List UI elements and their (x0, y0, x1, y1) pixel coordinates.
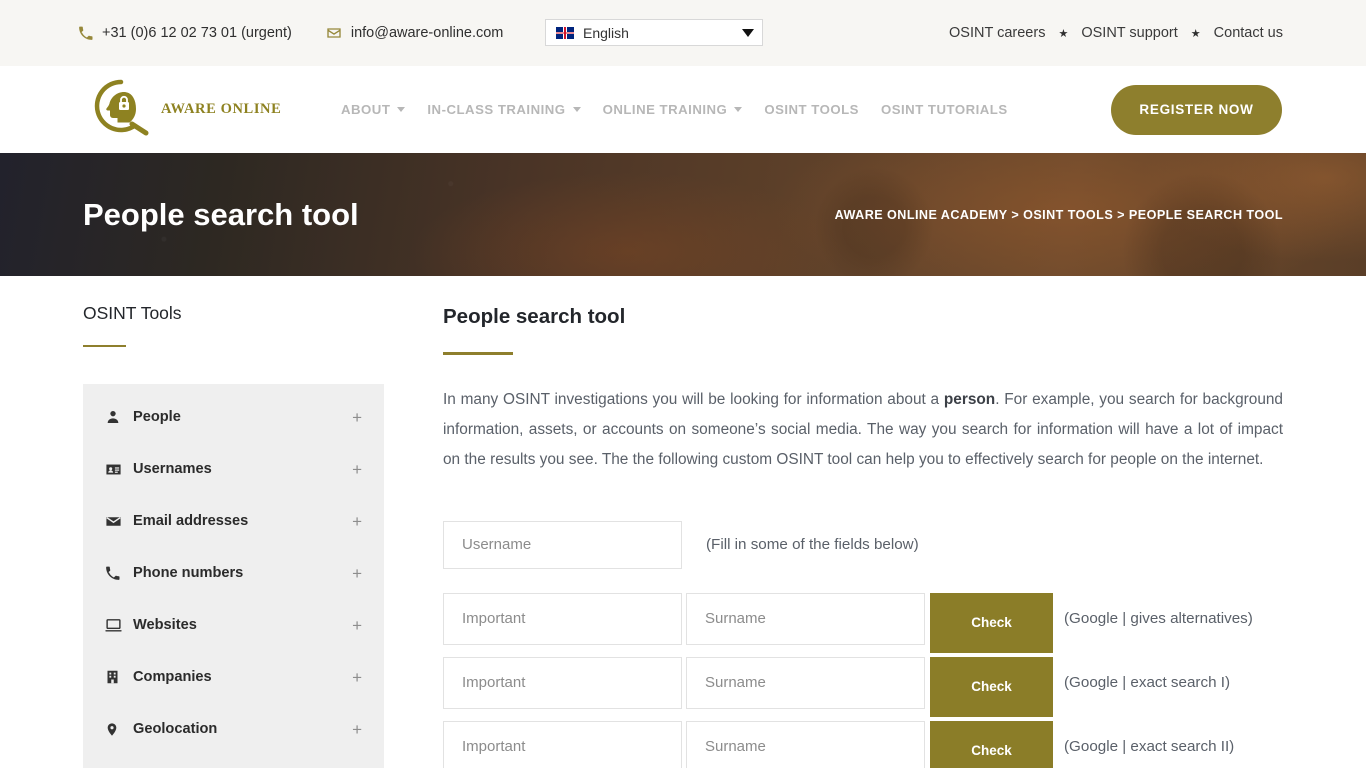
nav-label: IN-CLASS TRAINING (427, 102, 566, 117)
top-utility-bar: +31 (0)6 12 02 73 01 (urgent) info@aware… (0, 0, 1366, 66)
topbar-email-text: info@aware-online.com (350, 25, 504, 41)
uk-flag-icon (556, 26, 574, 39)
register-now-button[interactable]: REGISTER NOW (1111, 84, 1282, 135)
nav-item-about[interactable]: ABOUT (341, 102, 406, 117)
sidebar-item-label: Companies (133, 669, 212, 685)
envelope-icon (105, 513, 129, 530)
username-input[interactable] (443, 520, 682, 569)
fill-fields-hint: (Fill in some of the fields below) (706, 536, 919, 553)
sidebar-item-companies[interactable]: Companies + (83, 651, 384, 703)
nav-label: ONLINE TRAINING (602, 102, 728, 117)
sidebar-item-label: Websites (133, 617, 197, 633)
breadcrumb[interactable]: AWARE ONLINE ACADEMY > OSINT TOOLS > PEO… (835, 208, 1283, 222)
search-row-note: (Google | exact search II) (1064, 737, 1235, 755)
sidebar-item-label: People (133, 409, 181, 425)
search-row: Check (Google | gives alternatives) (443, 592, 1283, 653)
expand-icon[interactable]: + (352, 565, 362, 582)
language-label: English (583, 24, 629, 41)
map-pin-icon (105, 721, 129, 738)
sidebar-item-web-archives[interactable]: Web archives + (83, 755, 384, 768)
username-search-row: (Fill in some of the fields below) (443, 520, 1283, 569)
sidebar-item-label: Usernames (133, 461, 212, 477)
sidebar-item-label: Email addresses (133, 513, 249, 529)
surname-input[interactable] (686, 720, 925, 768)
sidebar-item-label: Phone numbers (133, 565, 244, 581)
check-button[interactable]: Check (930, 656, 1053, 717)
sidebar-item-usernames[interactable]: Usernames + (83, 443, 384, 495)
topbar-links: OSINT careers ★ OSINT support ★ Contact … (949, 25, 1283, 41)
search-row-note: (Google | exact search I) (1064, 673, 1231, 691)
chevron-down-icon (397, 107, 406, 112)
nav-label: ABOUT (341, 102, 391, 117)
sidebar-item-label: Geolocation (133, 721, 218, 737)
nav-item-osint-tutorials[interactable]: OSINT TUTORIALS (881, 102, 1008, 117)
search-row: Check (Google | exact search II) (443, 720, 1283, 768)
sidebar: OSINT Tools People + Usernames + Email a… (83, 276, 384, 768)
paragraph-emphasis: person (943, 390, 996, 408)
link-contact-us[interactable]: Contact us (1214, 25, 1283, 41)
sidebar-title: OSINT Tools (83, 303, 182, 323)
main-column: People search tool In many OSINT investi… (443, 276, 1283, 768)
star-icon: ★ (1058, 27, 1069, 40)
phone-icon (78, 26, 93, 41)
nav-label: OSINT TUTORIALS (880, 102, 1008, 117)
search-row-note: (Google | gives alternatives) (1064, 609, 1253, 627)
link-osint-support[interactable]: OSINT support (1081, 25, 1177, 41)
first-name-input[interactable] (443, 720, 682, 768)
person-icon (105, 409, 129, 425)
expand-icon[interactable]: + (352, 409, 362, 426)
sidebar-item-email-addresses[interactable]: Email addresses + (83, 495, 384, 547)
expand-icon[interactable]: + (352, 513, 362, 530)
paragraph-part-1: In many OSINT investigations you will be… (443, 390, 944, 408)
aware-online-logo-icon (90, 78, 152, 141)
topbar-email[interactable]: info@aware-online.com (326, 25, 504, 41)
link-osint-careers[interactable]: OSINT careers (949, 25, 1045, 41)
chevron-down-icon (734, 107, 743, 112)
topbar-phone[interactable]: +31 (0)6 12 02 73 01 (urgent) (78, 25, 292, 41)
search-row: Check (Google | exact search I) (443, 656, 1283, 717)
site-header: AWARE ONLINE ABOUT IN-CLASS TRAINING ONL… (0, 66, 1366, 153)
sidebar-item-geolocation[interactable]: Geolocation + (83, 703, 384, 755)
surname-input[interactable] (686, 656, 925, 709)
sidebar-item-websites[interactable]: Websites + (83, 599, 384, 651)
site-logo[interactable]: AWARE ONLINE (90, 78, 281, 141)
monitor-icon (105, 617, 129, 634)
topbar-phone-text: +31 (0)6 12 02 73 01 (urgent) (102, 25, 292, 41)
page-content: OSINT Tools People + Usernames + Email a… (0, 276, 1366, 768)
logo-wordmark: AWARE ONLINE (161, 101, 282, 117)
page-title: People search tool (83, 196, 359, 232)
nav-item-online-training[interactable]: ONLINE TRAINING (603, 102, 743, 117)
envelope-icon (326, 25, 342, 41)
nav-item-in-class-training[interactable]: IN-CLASS TRAINING (427, 102, 581, 117)
first-name-input[interactable] (443, 656, 682, 709)
page-hero-banner: People search tool AWARE ONLINE ACADEMY … (0, 153, 1366, 276)
sidebar-item-phone-numbers[interactable]: Phone numbers + (83, 547, 384, 599)
sidebar-item-people[interactable]: People + (83, 391, 384, 443)
star-icon: ★ (1190, 27, 1201, 40)
chevron-down-icon (572, 107, 581, 112)
building-icon (105, 669, 129, 685)
section-title-underline (443, 352, 513, 355)
id-card-icon (105, 461, 129, 478)
expand-icon[interactable]: + (352, 669, 362, 686)
first-name-input[interactable] (443, 592, 682, 645)
language-selector[interactable]: English (545, 19, 763, 46)
intro-paragraph: In many OSINT investigations you will be… (443, 385, 1283, 475)
check-button[interactable]: Check (930, 720, 1053, 768)
expand-icon[interactable]: + (352, 461, 362, 478)
nav-item-osint-tools[interactable]: OSINT TOOLS (764, 102, 859, 117)
phone-icon (105, 566, 129, 581)
surname-input[interactable] (686, 592, 925, 645)
sidebar-menu: People + Usernames + Email addresses + P… (83, 384, 384, 768)
chevron-down-icon (742, 28, 754, 37)
main-navigation: ABOUT IN-CLASS TRAINING ONLINE TRAINING … (341, 102, 1008, 117)
nav-label: OSINT TOOLS (764, 102, 859, 117)
expand-icon[interactable]: + (352, 721, 362, 738)
sidebar-title-underline (83, 345, 126, 347)
section-title: People search tool (443, 305, 626, 328)
expand-icon[interactable]: + (352, 617, 362, 634)
check-button[interactable]: Check (930, 592, 1053, 653)
name-search-rows: Check (Google | gives alternatives) Chec… (443, 592, 1283, 768)
